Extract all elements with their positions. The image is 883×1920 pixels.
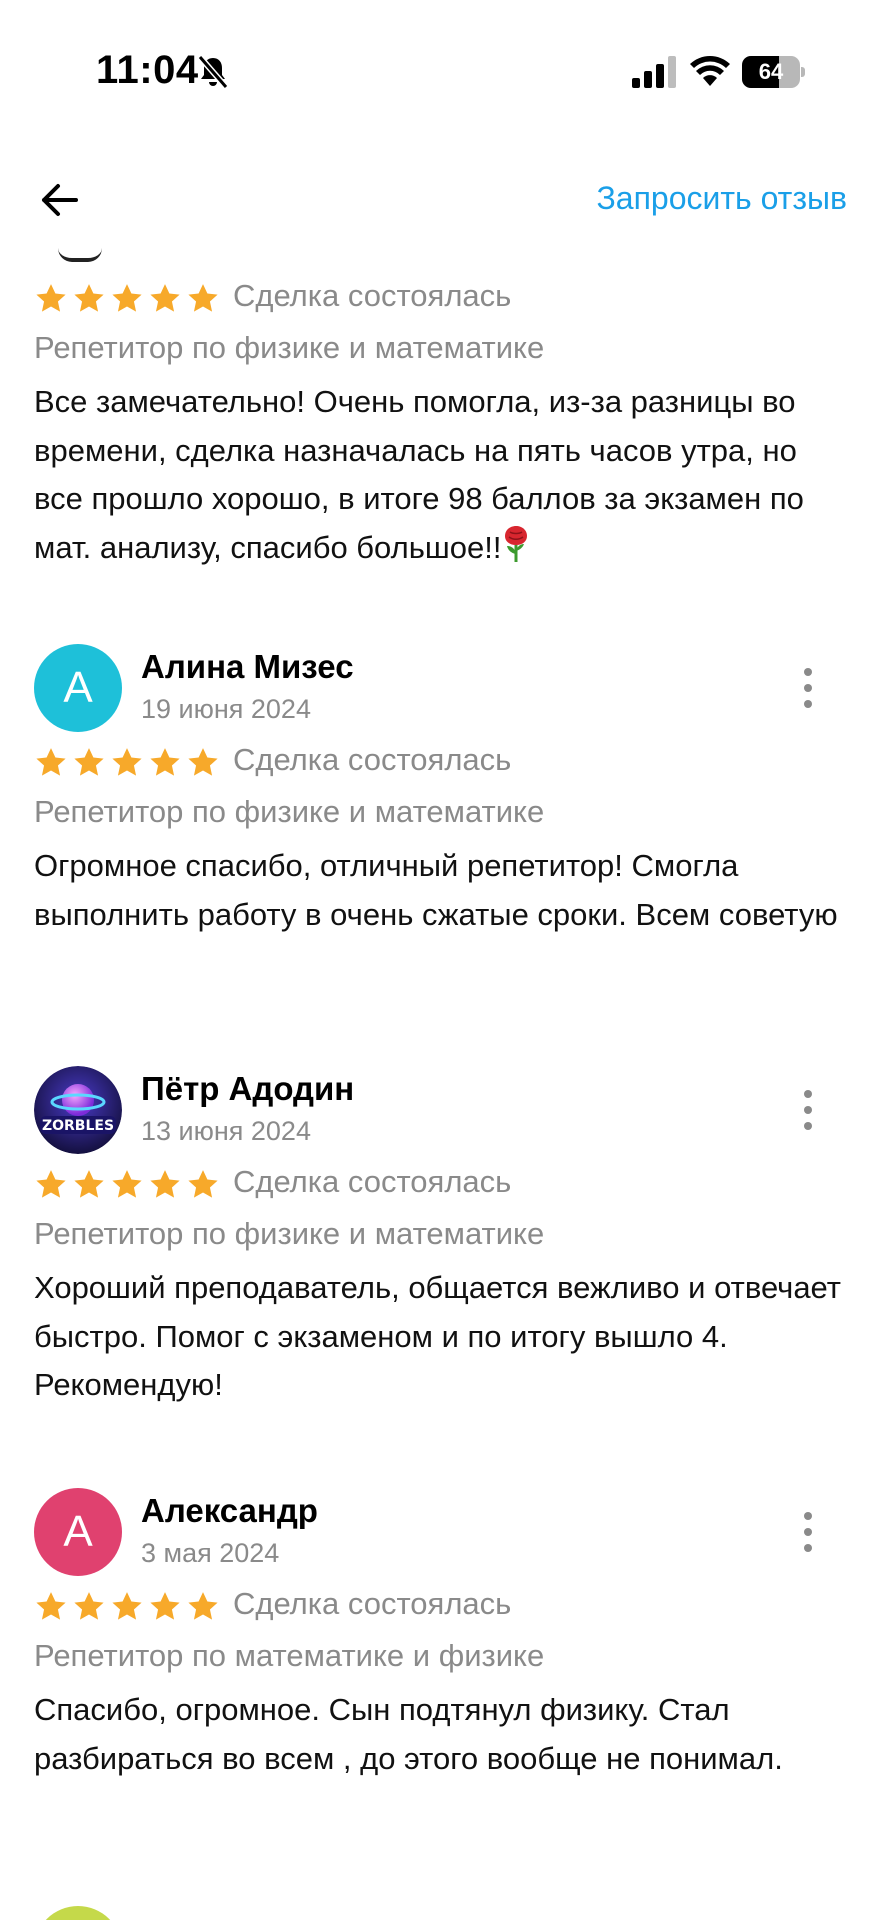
star-icon — [36, 1592, 66, 1620]
deal-status: Сделка состоялась — [233, 278, 512, 313]
rating-stars — [34, 282, 220, 318]
star-icon — [150, 1170, 180, 1198]
star-icon — [188, 748, 218, 776]
review-category: Репетитор по математике и физике — [34, 1638, 545, 1673]
review-card: Сделка состоялась Репетитор по физике и … — [0, 276, 883, 572]
review-card: А Александр 3 мая 2024 Сделка состоялась… — [0, 1488, 883, 1783]
star-icon — [112, 748, 142, 776]
author-name[interactable]: Алина Мизес — [141, 648, 354, 686]
star-icon — [74, 1170, 104, 1198]
battery-icon: 64 — [742, 56, 805, 88]
star-icon — [150, 284, 180, 312]
request-review-button[interactable]: Запросить отзыв — [596, 180, 847, 217]
review-card: ZORBLES Пётр Адодин 13 июня 2024 Сделка … — [0, 1066, 883, 1410]
star-icon — [188, 284, 218, 312]
deal-status: Сделка состоялась — [233, 1586, 512, 1621]
star-icon — [188, 1170, 218, 1198]
star-icon — [74, 1592, 104, 1620]
star-icon — [74, 284, 104, 312]
star-icon — [36, 1170, 66, 1198]
battery-level: 64 — [758, 59, 784, 84]
review-category: Репетитор по физике и математике — [34, 794, 545, 829]
status-time: 11:04 — [96, 48, 199, 92]
arrow-left-icon[interactable] — [36, 176, 84, 224]
rating-line: Сделка состоялась — [0, 1584, 883, 1632]
deal-status: Сделка состоялась — [233, 742, 512, 777]
status-bar: 11:04 64 — [0, 0, 883, 150]
review-date: 3 мая 2024 — [141, 1538, 280, 1568]
wifi-icon — [690, 56, 730, 86]
avatar[interactable]: А — [34, 1488, 122, 1576]
review-date: 13 июня 2024 — [141, 1116, 311, 1146]
avatar — [58, 248, 102, 262]
star-icon — [112, 284, 142, 312]
review-date: 19 июня 2024 — [141, 694, 311, 724]
review-header: ZORBLES Пётр Адодин 13 июня 2024 — [0, 1066, 883, 1162]
more-options-button[interactable] — [792, 1506, 824, 1558]
header: Запросить отзыв — [0, 160, 883, 240]
star-icon — [112, 1592, 142, 1620]
star-icon — [150, 748, 180, 776]
rating-line: Сделка состоялась — [0, 740, 883, 788]
star-icon — [150, 1592, 180, 1620]
review-category: Репетитор по физике и математике — [34, 330, 545, 365]
zorbles-avatar[interactable]: ZORBLES — [34, 1066, 122, 1154]
star-icon — [112, 1170, 142, 1198]
rating-stars — [34, 1168, 220, 1204]
bell-muted-icon — [197, 55, 229, 89]
more-options-button[interactable] — [792, 662, 824, 714]
review-text: Все замечательно! Очень помогла, из-за р… — [34, 378, 854, 572]
avatar[interactable]: А — [34, 644, 122, 732]
avatar[interactable] — [34, 1906, 122, 1920]
star-icon — [36, 284, 66, 312]
review-header: А Алина Мизес 19 июня 2024 — [0, 644, 883, 740]
star-icon — [74, 748, 104, 776]
rating-line: Сделка состоялась — [0, 1162, 883, 1210]
review-text-content: Все замечательно! Очень помогла, из-за р… — [34, 384, 804, 565]
rating-stars — [34, 746, 220, 782]
star-icon — [188, 1592, 218, 1620]
review-category: Репетитор по физике и математике — [34, 1216, 545, 1251]
review-text: Хороший преподаватель, общается вежливо … — [34, 1270, 841, 1402]
rating-line: Сделка состоялась — [0, 276, 883, 324]
author-name[interactable]: Пётр Адодин — [141, 1070, 354, 1108]
author-name[interactable]: Александр — [141, 1492, 318, 1530]
review-header: А Александр 3 мая 2024 — [0, 1488, 883, 1584]
review-card: А Алина Мизес 19 июня 2024 Сделка состоя… — [0, 644, 883, 939]
avatar-label: ZORBLES — [42, 1118, 114, 1134]
deal-status: Сделка состоялась — [233, 1164, 512, 1199]
rose-icon — [505, 525, 528, 562]
signal-icon — [632, 56, 676, 88]
star-icon — [36, 748, 66, 776]
more-options-button[interactable] — [792, 1084, 824, 1136]
review-text: Огромное спасибо, отличный репетитор! См… — [34, 848, 838, 932]
rating-stars — [34, 1590, 220, 1626]
review-text: Спасибо, огромное. Сын подтянул физику. … — [34, 1692, 783, 1776]
